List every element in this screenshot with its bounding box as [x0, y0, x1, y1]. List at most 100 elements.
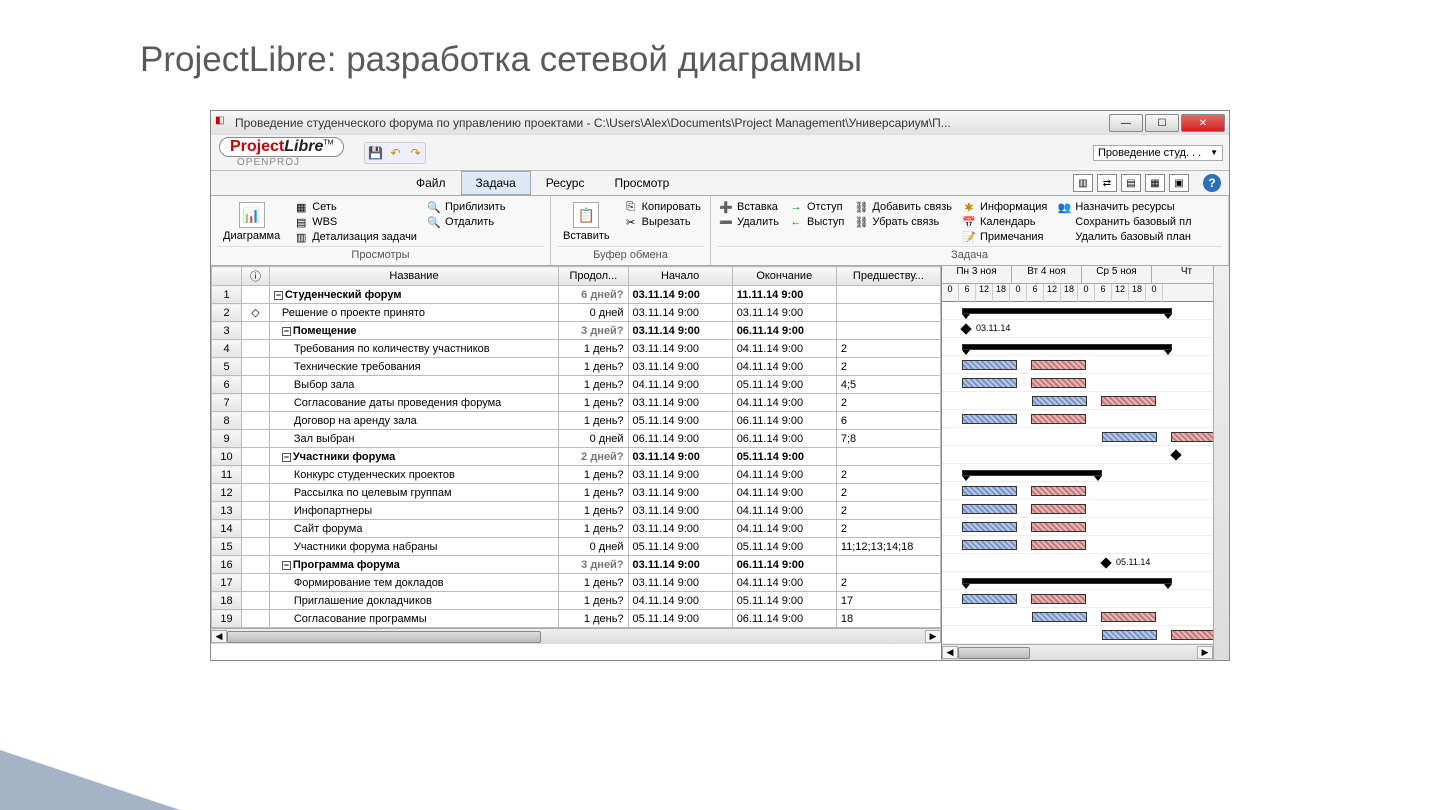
delete-button[interactable]: ➖Удалить	[717, 215, 781, 229]
col-pred[interactable]: Предшеству...	[836, 267, 940, 286]
table-row[interactable]: 12Рассылка по целевым группам1 день?03.1…	[212, 484, 941, 502]
table-row[interactable]: 15Участники форума набраны0 дней05.11.14…	[212, 538, 941, 556]
help-button[interactable]: ?	[1203, 174, 1221, 192]
col-start[interactable]: Начало	[628, 267, 732, 286]
col-rownum[interactable]	[212, 267, 242, 286]
network-button[interactable]: ▦Сеть	[292, 200, 419, 214]
close-button[interactable]: ✕	[1181, 114, 1225, 132]
zoom-out-icon: 🔍	[427, 215, 441, 229]
table-row[interactable]: 4Требования по количеству участников1 де…	[212, 340, 941, 358]
table-row[interactable]: 11Конкурс студенческих проектов1 день?03…	[212, 466, 941, 484]
table-row[interactable]: 13Инфопартнеры1 день?03.11.14 9:0004.11.…	[212, 502, 941, 520]
table-row[interactable]: 1−Студенческий форум6 дней?03.11.14 9:00…	[212, 286, 941, 304]
app-window: ◧ Проведение студенческого форума по упр…	[210, 110, 1230, 661]
project-dropdown[interactable]: Проведение студ. . .	[1093, 145, 1223, 161]
unlink-icon: ⛓	[854, 215, 868, 229]
diagram-button[interactable]: 📊Диаграмма	[217, 200, 286, 244]
vscroll[interactable]	[1213, 266, 1229, 660]
tab-view[interactable]: Просмотр	[599, 171, 684, 195]
tab-task[interactable]: Задача	[461, 171, 531, 195]
openproj-label: OPENPROJ	[237, 157, 344, 168]
link-icon: ⛓	[854, 200, 868, 214]
gantt-timescale: Пн 3 нояВт 4 нояСр 5 нояЧт 0612180612180…	[942, 266, 1213, 302]
notes-button[interactable]: 📝Примечания	[960, 230, 1049, 244]
zoom-in-icon: 🔍	[427, 200, 441, 214]
table-row[interactable]: 18Приглашение докладчиков1 день?04.11.14…	[212, 592, 941, 610]
table-row[interactable]: 3−Помещение3 дней?03.11.14 9:0006.11.14 …	[212, 322, 941, 340]
indent-button[interactable]: →Отступ	[787, 200, 846, 214]
baseline-icon	[1057, 215, 1071, 229]
clear-baseline-button[interactable]: Удалить базовый план	[1055, 230, 1193, 244]
scroll-left-icon[interactable]: ◀	[211, 630, 227, 643]
wbs-button[interactable]: ▤WBS	[292, 215, 419, 229]
calendar-button[interactable]: 📅Календарь	[960, 215, 1049, 229]
minus-icon: ➖	[719, 215, 733, 229]
table-row[interactable]: 7Согласование даты проведения форума1 де…	[212, 394, 941, 412]
table-row[interactable]: 6Выбор зала1 день?04.11.14 9:0005.11.14 …	[212, 376, 941, 394]
view-wbs-icon[interactable]: ▤	[1121, 174, 1141, 192]
assign-icon: 👥	[1057, 200, 1071, 214]
info-button[interactable]: ✱Информация	[960, 200, 1049, 214]
slide-title: ProjectLibre: разработка сетевой диаграм…	[140, 40, 1370, 80]
group-views-label: Просмотры	[217, 246, 544, 261]
col-name[interactable]: Название	[269, 267, 558, 286]
assign-resources-button[interactable]: 👥Назначить ресурсы	[1055, 200, 1193, 214]
zoom-out-button[interactable]: 🔍Отдалить	[425, 215, 508, 229]
titlebar-text: Проведение студенческого форума по управ…	[235, 116, 1109, 130]
outdent-button[interactable]: ←Выступ	[787, 215, 846, 229]
copy-button[interactable]: ⎘Копировать	[622, 200, 703, 214]
detail-icon: ▥	[294, 230, 308, 244]
gantt-hscroll[interactable]: ◀ ▶	[942, 644, 1213, 660]
table-row[interactable]: 2◇Решение о проекте принято0 дней03.11.1…	[212, 304, 941, 322]
undo-icon[interactable]: ↶	[387, 145, 403, 161]
view-network-icon[interactable]: ⇄	[1097, 174, 1117, 192]
plus-icon: ➕	[719, 200, 733, 214]
network-icon: ▦	[294, 200, 308, 214]
group-task-label: Задача	[717, 246, 1222, 261]
task-table[interactable]: ⓘ Название Продол... Начало Окончание Пр…	[211, 266, 941, 628]
cut-icon: ✂	[624, 215, 638, 229]
table-row[interactable]: 14Сайт форума1 день?03.11.14 9:0004.11.1…	[212, 520, 941, 538]
remove-link-button[interactable]: ⛓Убрать связь	[852, 215, 954, 229]
tab-file[interactable]: Файл	[401, 171, 461, 195]
save-baseline-button[interactable]: Сохранить базовый пл	[1055, 215, 1193, 229]
logo: ProjectLibreTM OPENPROJ	[211, 135, 352, 170]
titlebar: ◧ Проведение студенческого форума по упр…	[211, 111, 1229, 135]
redo-icon[interactable]: ↷	[407, 145, 423, 161]
view-report-icon[interactable]: ▣	[1169, 174, 1189, 192]
indent-icon: →	[789, 200, 803, 214]
gantt-pane: Пн 3 нояВт 4 нояСр 5 нояЧт 0612180612180…	[941, 266, 1213, 660]
col-duration[interactable]: Продол...	[559, 267, 628, 286]
tab-resource[interactable]: Ресурс	[531, 171, 600, 195]
table-row[interactable]: 17Формирование тем докладов1 день?03.11.…	[212, 574, 941, 592]
add-link-button[interactable]: ⛓Добавить связь	[852, 200, 954, 214]
table-row[interactable]: 19Согласование программы1 день?05.11.14 …	[212, 610, 941, 628]
gantt-chart[interactable]: 03.11.1405.11.14	[942, 302, 1213, 644]
col-indicator[interactable]: ⓘ	[242, 267, 270, 286]
table-pane: ⓘ Название Продол... Начало Окончание Пр…	[211, 266, 941, 660]
view-usage-icon[interactable]: ▦	[1145, 174, 1165, 192]
cut-button[interactable]: ✂Вырезать	[622, 215, 703, 229]
col-finish[interactable]: Окончание	[732, 267, 836, 286]
scroll-right-icon[interactable]: ▶	[1197, 646, 1213, 659]
scroll-right-icon[interactable]: ▶	[925, 630, 941, 643]
table-row[interactable]: 9Зал выбран0 дней06.11.14 9:0006.11.14 9…	[212, 430, 941, 448]
outdent-icon: ←	[789, 215, 803, 229]
table-row[interactable]: 16−Программа форума3 дней?03.11.14 9:000…	[212, 556, 941, 574]
task-detail-button[interactable]: ▥Детализация задачи	[292, 230, 419, 244]
table-hscroll[interactable]: ◀ ▶	[211, 628, 941, 644]
table-row[interactable]: 10−Участники форума2 дней?03.11.14 9:000…	[212, 448, 941, 466]
scroll-left-icon[interactable]: ◀	[942, 646, 958, 659]
zoom-in-button[interactable]: 🔍Приблизить	[425, 200, 508, 214]
save-icon[interactable]: 💾	[367, 145, 383, 161]
table-row[interactable]: 8Договор на аренду зала1 день?05.11.14 9…	[212, 412, 941, 430]
calendar-icon: 📅	[962, 215, 976, 229]
maximize-button[interactable]: ☐	[1145, 114, 1179, 132]
clear-baseline-icon	[1057, 230, 1071, 244]
view-gantt-icon[interactable]: ▥	[1073, 174, 1093, 192]
minimize-button[interactable]: —	[1109, 114, 1143, 132]
paste-button[interactable]: 📋Вставить	[557, 200, 616, 244]
table-row[interactable]: 5Технические требования1 день?03.11.14 9…	[212, 358, 941, 376]
notes-icon: 📝	[962, 230, 976, 244]
insert-button[interactable]: ➕Вставка	[717, 200, 781, 214]
